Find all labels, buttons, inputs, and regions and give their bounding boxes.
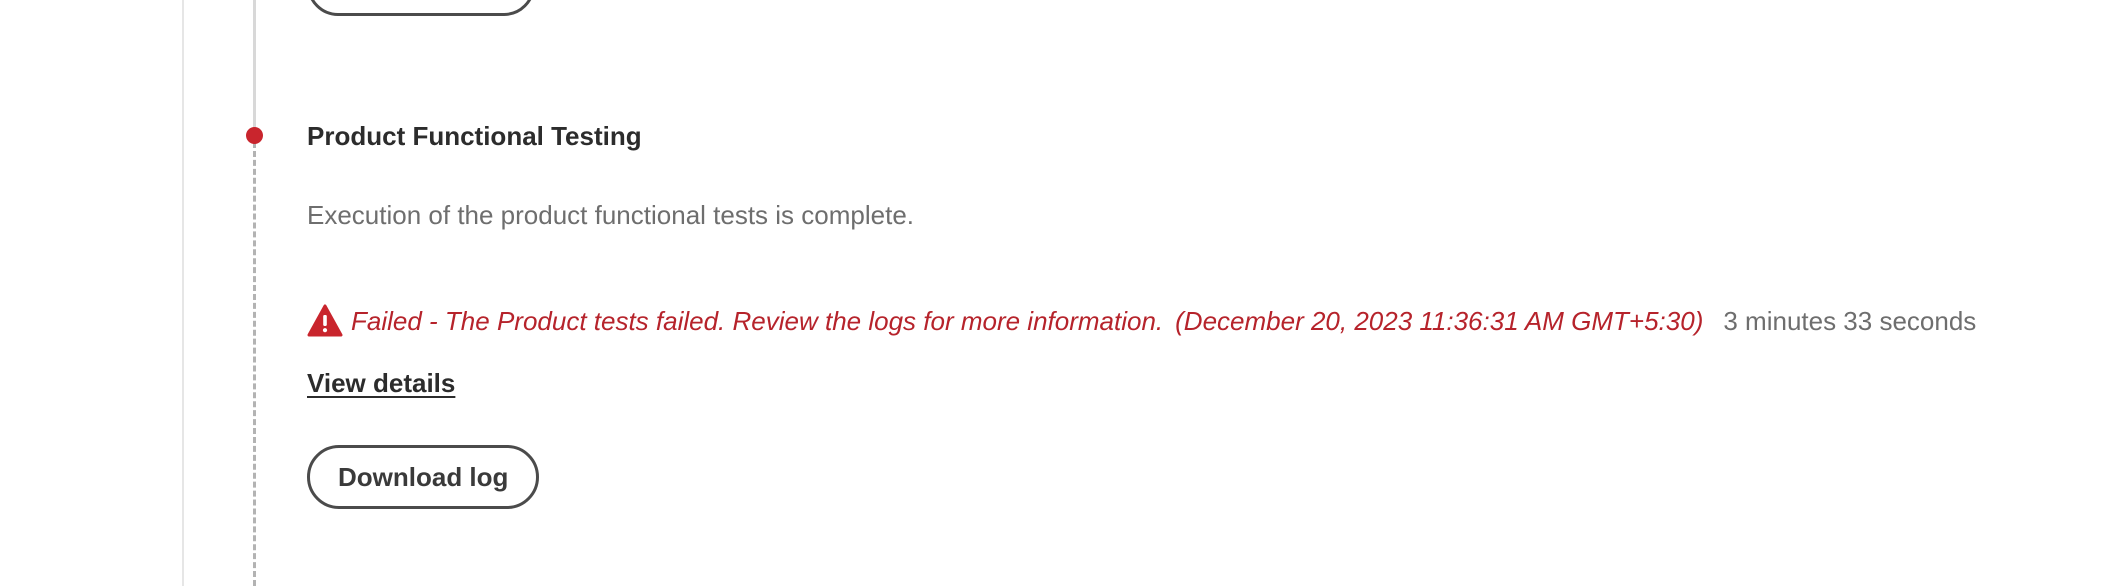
timeline-status-dot bbox=[246, 127, 263, 144]
step-duration: 3 minutes 33 seconds bbox=[1723, 305, 1977, 336]
timeline-connector-completed bbox=[253, 0, 256, 128]
step-title: Product Functional Testing bbox=[307, 121, 642, 151]
status-message: Failed - The Product tests failed. Revie… bbox=[351, 305, 1164, 336]
pipeline-step-page: Product Functional Testing Execution of … bbox=[0, 0, 2110, 586]
status-timestamp: (December 20, 2023 11:36:31 AM GMT+5:30) bbox=[1175, 305, 1704, 336]
left-panel-border bbox=[182, 0, 184, 586]
step-status-row: Failed - The Product tests failed. Revie… bbox=[307, 303, 1976, 339]
warning-icon bbox=[307, 304, 343, 338]
previous-step-button[interactable] bbox=[307, 0, 535, 16]
download-log-button[interactable]: Download log bbox=[307, 445, 540, 509]
view-details-link[interactable]: View details bbox=[307, 368, 455, 399]
timeline-connector-pending bbox=[253, 142, 256, 586]
step-description: Execution of the product functional test… bbox=[307, 200, 915, 230]
